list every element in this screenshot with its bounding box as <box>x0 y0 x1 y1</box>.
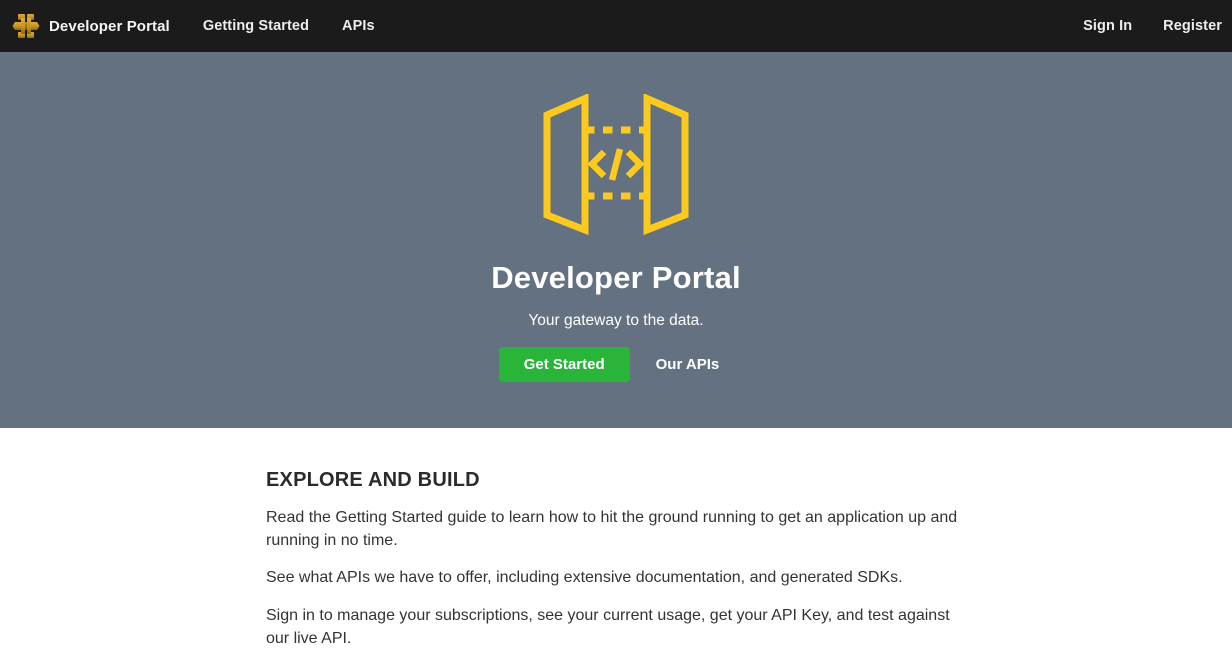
nav-link-apis[interactable]: APIs <box>342 18 375 34</box>
api-gateway-logo-icon <box>12 12 40 40</box>
nav-link-sign-in[interactable]: Sign In <box>1083 18 1132 34</box>
navbar-brand[interactable]: Developer Portal <box>12 12 170 40</box>
top-navbar: Developer Portal Getting Started APIs Si… <box>0 0 1232 52</box>
getting-started-paragraph: Read the Getting Started guide to learn … <box>266 507 966 552</box>
section-heading: EXPLORE AND BUILD <box>266 469 966 492</box>
hero-buttons: Get Started Our APIs <box>499 347 734 382</box>
nav-link-getting-started[interactable]: Getting Started <box>203 18 309 34</box>
apis-paragraph: See what APIs we have to offer, includin… <box>266 567 966 590</box>
hero-title: Developer Portal <box>491 260 741 296</box>
our-apis-button[interactable]: Our APIs <box>642 347 734 382</box>
get-started-button[interactable]: Get Started <box>499 347 630 382</box>
api-gateway-hero-icon <box>541 94 691 236</box>
hero-section: Developer Portal Your gateway to the dat… <box>0 52 1232 428</box>
navbar-brand-label: Developer Portal <box>49 18 170 35</box>
sign-in-paragraph: Sign in to manage your subscriptions, se… <box>266 605 966 650</box>
hero-subtitle: Your gateway to the data. <box>528 312 703 330</box>
explore-and-build-section: EXPLORE AND BUILD Read the Getting Start… <box>266 428 966 651</box>
nav-link-register[interactable]: Register <box>1163 18 1222 34</box>
navbar-right-links: Sign In Register <box>1052 18 1222 34</box>
